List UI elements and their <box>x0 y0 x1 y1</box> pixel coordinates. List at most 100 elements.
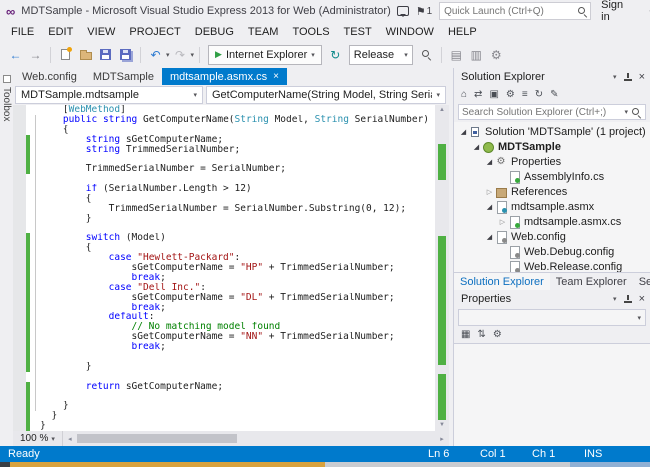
menu-item-project[interactable]: PROJECT <box>122 26 187 38</box>
breakpoint-margin[interactable] <box>13 273 26 283</box>
save-all-icon[interactable] <box>116 44 135 66</box>
quick-launch-box[interactable] <box>439 2 591 20</box>
code-line[interactable]: [WebMethod] <box>13 105 435 115</box>
breakpoint-margin[interactable] <box>13 303 26 313</box>
undo-icon[interactable]: ↶ <box>146 44 165 66</box>
breakpoint-margin[interactable] <box>13 421 26 431</box>
breakpoint-margin[interactable] <box>13 352 26 362</box>
new-file-icon[interactable] <box>56 44 75 66</box>
tree-item-references[interactable]: ▷References <box>454 184 650 199</box>
configuration-combobox[interactable]: Release ▾ <box>349 45 413 65</box>
pin-icon[interactable] <box>623 294 633 305</box>
breakpoint-margin[interactable] <box>13 312 26 322</box>
code-line[interactable] <box>13 224 435 234</box>
se-show-all-files-icon[interactable]: ≡ <box>522 89 528 100</box>
code-line[interactable]: break; <box>13 342 435 352</box>
categorized-icon[interactable]: ▦ <box>461 329 470 340</box>
editor-tab-mdtsample-asmx-cs[interactable]: mdtsample.asmx.cs× <box>162 68 287 85</box>
breakpoint-margin[interactable] <box>13 362 26 372</box>
code-line[interactable]: sGetComputerName = "DL" + TrimmedSerialN… <box>13 293 435 303</box>
feedback-icon[interactable] <box>397 6 409 16</box>
code-line[interactable]: { <box>13 243 435 253</box>
breakpoint-margin[interactable] <box>13 105 26 115</box>
breakpoint-margin[interactable] <box>13 263 26 273</box>
alphabetical-icon[interactable]: ⇅ <box>477 329 485 340</box>
member-dropdown[interactable]: GetComputerName(String Model, String Ser… <box>206 86 446 104</box>
collapse-icon[interactable]: ◢ <box>484 158 495 166</box>
editor-tab-web-config[interactable]: Web.config <box>14 68 85 85</box>
breakpoint-margin[interactable] <box>13 411 26 421</box>
breakpoint-margin[interactable] <box>13 293 26 303</box>
code-line[interactable]: TrimmedSerialNumber = SerialNumber.Subst… <box>13 204 435 214</box>
tree-item-web-config[interactable]: ◢Web.config <box>454 229 650 244</box>
property-pages-icon[interactable]: ⚙ <box>493 329 502 340</box>
breakpoint-margin[interactable] <box>13 372 26 382</box>
breakpoint-margin[interactable] <box>13 332 26 342</box>
breakpoint-margin[interactable] <box>13 322 26 332</box>
redo-icon[interactable]: ↷ <box>171 44 190 66</box>
breakpoint-margin[interactable] <box>13 125 26 135</box>
tree-item-web-release-config[interactable]: Web.Release.config <box>454 259 650 272</box>
code-line[interactable]: TrimmedSerialNumber = SerialNumber; <box>13 164 435 174</box>
code-line[interactable]: public string GetComputerName(String Mod… <box>13 115 435 125</box>
se-view-code-icon[interactable]: ✎ <box>550 89 558 100</box>
breakpoint-margin[interactable] <box>13 135 26 145</box>
properties-titlebar[interactable]: Properties ▾ × <box>454 290 650 308</box>
breakpoint-margin[interactable] <box>13 243 26 253</box>
se-sync-active-document-icon[interactable]: ⇄ <box>474 89 482 100</box>
menu-item-view[interactable]: VIEW <box>80 26 122 38</box>
code-line[interactable]: sGetComputerName = "NN" + TrimmedSerialN… <box>13 332 435 342</box>
code-line[interactable]: } <box>13 214 435 224</box>
code-line[interactable]: } <box>13 401 435 411</box>
properties-object-dropdown[interactable]: ▾ <box>458 309 646 326</box>
breakpoint-margin[interactable] <box>13 194 26 204</box>
code-line[interactable] <box>13 154 435 164</box>
code-line[interactable] <box>13 174 435 184</box>
scroll-left-icon[interactable]: ◂ <box>63 435 77 443</box>
solution-search-box[interactable]: ▾ <box>458 104 646 120</box>
editor-vscrollbar[interactable]: ▲ ▼ <box>435 105 449 431</box>
undo-dropdown-icon[interactable]: ▾ <box>166 51 170 59</box>
breakpoint-margin[interactable] <box>13 115 26 125</box>
se-refresh-icon[interactable]: ↻ <box>535 89 543 100</box>
breakpoint-margin[interactable] <box>13 253 26 263</box>
minimize-button[interactable]: ─ <box>642 6 650 17</box>
start-debug-button[interactable]: ▶ Internet Explorer ▾ <box>208 45 322 65</box>
menu-item-team[interactable]: TEAM <box>241 26 286 38</box>
notifications-flag-icon[interactable]: ⚑ 1 <box>416 5 432 18</box>
tree-item-web-debug-config[interactable]: Web.Debug.config <box>454 244 650 259</box>
expand-icon[interactable]: ▷ <box>484 188 495 196</box>
code-line[interactable]: // No matching model found <box>13 322 435 332</box>
properties-window-icon[interactable]: ⚙ <box>487 44 506 66</box>
breakpoint-margin[interactable] <box>13 224 26 234</box>
tree-item-mdtsample-asmx-cs[interactable]: ▷mdtsample.asmx.cs <box>454 214 650 229</box>
navigate-backward-icon[interactable]: ← <box>6 44 25 66</box>
tree-item-properties[interactable]: ◢⚙Properties <box>454 154 650 169</box>
refresh-icon[interactable]: ↻ <box>326 44 345 66</box>
code-line[interactable]: default: <box>13 312 435 322</box>
menu-item-edit[interactable]: EDIT <box>41 26 80 38</box>
breakpoint-margin[interactable] <box>13 164 26 174</box>
breakpoint-margin[interactable] <box>13 214 26 224</box>
code-line[interactable]: case "Hewlett-Packard": <box>13 253 435 263</box>
expand-icon[interactable]: ▷ <box>497 218 508 226</box>
editor-vscrollbar-track[interactable] <box>435 116 449 420</box>
collapse-icon[interactable]: ◢ <box>471 143 482 151</box>
sign-in-link[interactable]: Sign in <box>598 0 634 23</box>
code-line[interactable]: string sGetComputerName; <box>13 135 435 145</box>
breakpoint-margin[interactable] <box>13 382 26 392</box>
tree-item-mdtsample-asmx[interactable]: ◢mdtsample.asmx <box>454 199 650 214</box>
scroll-down-icon[interactable]: ▼ <box>439 420 445 431</box>
zoom-control[interactable]: 100 % ▾ <box>13 431 63 446</box>
menu-item-test[interactable]: TEST <box>337 26 379 38</box>
menu-item-window[interactable]: WINDOW <box>379 26 441 38</box>
editor-tab-mdtsample[interactable]: MDTSample <box>85 68 162 85</box>
type-dropdown[interactable]: MDTSample.mdtsample ▾ <box>15 86 203 104</box>
collapse-icon[interactable]: ◢ <box>484 203 495 211</box>
breakpoint-margin[interactable] <box>13 145 26 155</box>
code-line[interactable]: } <box>13 362 435 372</box>
open-file-icon[interactable] <box>76 44 95 66</box>
scroll-up-icon[interactable]: ▲ <box>439 105 445 116</box>
menu-item-tools[interactable]: TOOLS <box>285 26 336 38</box>
tool-window-tab-team-explorer[interactable]: Team Explorer <box>550 273 633 290</box>
